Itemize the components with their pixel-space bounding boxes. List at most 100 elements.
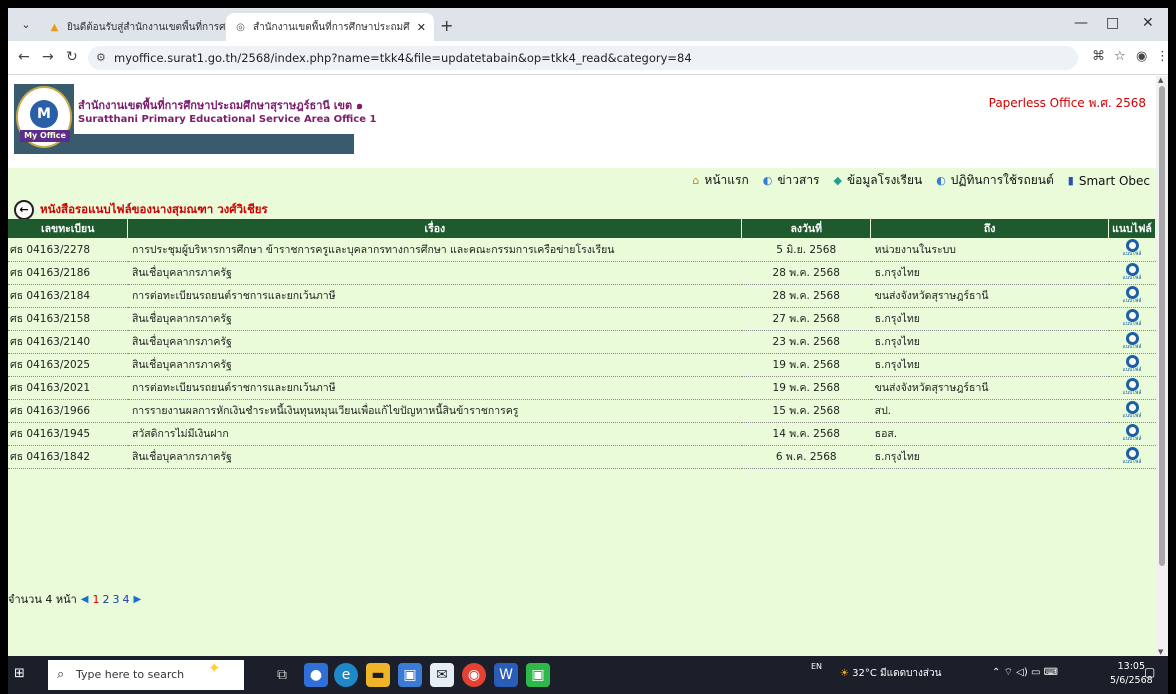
nav-car-calendar[interactable]: ◐ ปฏิทินการใช้รถยนต์ [936,171,1054,190]
doc-subject[interactable]: สินเชื่อบุคลากรภาครัฐ [127,261,742,285]
network-icon[interactable]: ⌔ [1004,667,1013,678]
address-bar[interactable]: ⚙ myoffice.surat1.go.th/2568/index.php?n… [88,46,1078,70]
attach-cell[interactable]: แนบไฟล์ [1108,238,1156,262]
back-arrow-icon[interactable]: ← [18,49,30,65]
keyboard-icon[interactable]: ⌨ [1044,667,1058,678]
col-header-no[interactable]: เลขทะเบียน [8,219,129,238]
attach-cell[interactable]: แนบไฟล์ [1108,376,1156,400]
close-window-button[interactable]: ✕ [1142,15,1154,31]
attach-file-icon[interactable] [1125,239,1139,253]
attach-file-icon[interactable] [1125,377,1139,391]
nav-home[interactable]: ⌂ หน้าแรก [692,171,748,190]
table-row[interactable]: ศธ 04163/1945 สวัสดิการไม่มีเงินฝาก 14 พ.ค… [8,422,1156,446]
line-app-icon[interactable]: ▣ [526,663,550,687]
table-row[interactable]: ศธ 04163/2186 สินเชื่อบุคลากรภาครัฐ 28 พ.ค… [8,261,1156,285]
tab-myoffice[interactable]: ◎ สำนักงานเขตพื้นที่การศึกษาประถมศึ ✕ [226,13,434,41]
input-language[interactable]: EN [811,662,822,671]
attach-file-icon[interactable] [1125,308,1139,322]
chevron-up-icon[interactable]: ⌃ [992,667,1000,678]
doc-subject[interactable]: สินเชื่อบุคลากรภาครัฐ [127,353,742,377]
attach-cell[interactable]: แนบไฟล์ [1108,261,1156,285]
display-icon[interactable]: ▭ [1031,667,1040,678]
doc-subject[interactable]: สินเชื่อบุคลากรภาครัฐ [127,445,742,469]
reload-icon[interactable]: ↻ [66,49,78,65]
attach-file-icon[interactable] [1125,400,1139,414]
task-view-icon[interactable]: ⧉ [270,663,294,687]
col-header-subject[interactable]: เรื่อง [127,219,743,238]
maximize-button[interactable]: □ [1106,15,1119,31]
tab-welcome[interactable]: ▲ ยินดีต้อนรับสู่สำนักงานเขตพื้นที่การศ … [40,13,248,41]
col-header-to[interactable]: ถึง [870,219,1109,238]
site-logo[interactable]: M My Office สำนักงานเขตพื้นที่การศึกษาปร… [14,84,376,154]
page-link[interactable]: 3 [112,593,119,606]
page-link[interactable]: 4 [122,593,129,606]
attach-file-icon[interactable] [1125,354,1139,368]
attach-cell[interactable]: แนบไฟล์ [1108,422,1156,446]
site-info-icon[interactable]: ⚙ [96,46,106,70]
doc-subject[interactable]: สวัสดิการไม่มีเงินฝาก [127,422,742,446]
mail-icon[interactable]: ✉ [430,663,454,687]
edge-browser-icon[interactable]: e [334,663,358,687]
attach-file-icon[interactable] [1125,446,1139,460]
col-header-date[interactable]: ลงวันที่ [741,219,872,238]
vertical-scrollbar[interactable]: ▲ ▼ [1156,76,1168,656]
new-tab-button[interactable]: + [440,16,453,35]
col-header-attach[interactable]: แนบไฟล์ [1108,219,1156,238]
scroll-up-icon[interactable]: ▲ [1158,76,1163,84]
word-icon[interactable]: W [494,663,518,687]
scrollbar-thumb[interactable] [1159,86,1165,566]
windows-start-icon[interactable]: ⊞ [14,666,25,681]
table-row[interactable]: ศธ 04163/2140 สินเชื่อบุคลากรภาครัฐ 23 พ.ค… [8,330,1156,354]
table-row[interactable]: ศธ 04163/2278 การประชุมผู้บริหารการศึกษา … [8,238,1156,262]
page-link[interactable]: 1 [92,593,99,606]
store-icon[interactable]: ▣ [398,663,422,687]
attach-cell[interactable]: แนบไฟล์ [1108,399,1156,423]
translate-icon[interactable]: ⌘ [1092,49,1105,64]
table-row[interactable]: ศธ 04163/1966 การรายงานผลการหักเงินชำระหน… [8,399,1156,423]
table-row[interactable]: ศธ 04163/2021 การต่อทะเบียนรถยนต์ราชการแล… [8,376,1156,400]
chrome-icon[interactable]: ◉ [462,663,486,687]
profile-icon[interactable]: ◉ [1136,49,1147,64]
back-circle-icon[interactable]: ← [14,200,34,220]
copilot-sparkle-icon[interactable]: ✦ [208,659,221,677]
attach-cell[interactable]: แนบไฟล์ [1108,353,1156,377]
attach-cell[interactable]: แนบไฟล์ [1108,307,1156,331]
attach-file-icon[interactable] [1125,285,1139,299]
doc-subject[interactable]: สินเชื่อบุคลากรภาครัฐ [127,307,742,331]
attach-file-icon[interactable] [1125,423,1139,437]
nav-news[interactable]: ◐ ข่าวสาร [763,171,820,190]
doc-subject[interactable]: การต่อทะเบียนรถยนต์ราชการและยกเว้นภาษี [127,376,742,400]
volume-icon[interactable]: ◁) [1016,667,1028,678]
notification-icon[interactable]: ▢ [1144,665,1155,679]
attach-file-icon[interactable] [1125,262,1139,276]
attach-cell[interactable]: แนบไฟล์ [1108,284,1156,308]
minimize-button[interactable]: — [1074,15,1088,31]
tray-icons[interactable]: ⌃ ⌔ ◁) ▭ ⌨ [992,666,1058,679]
scroll-down-icon[interactable]: ▼ [1158,648,1163,656]
tab-close-icon[interactable]: ✕ [417,21,426,34]
nav-smart-obec[interactable]: ▮ Smart Obec [1068,171,1150,190]
widgets-icon[interactable]: ● [304,663,328,687]
table-row[interactable]: ศธ 04163/2184 การต่อทะเบียนรถยนต์ราชการแล… [8,284,1156,308]
file-explorer-icon[interactable]: ▬ [366,663,390,687]
doc-subject[interactable]: การต่อทะเบียนรถยนต์ราชการและยกเว้นภาษี [127,284,742,308]
doc-subject[interactable]: การรายงานผลการหักเงินชำระหนี้เงินทุนหมุน… [127,399,742,423]
attach-file-icon[interactable] [1125,331,1139,345]
page-link[interactable]: 2 [102,593,109,606]
doc-subject[interactable]: สินเชื่อบุคลากรภาครัฐ [127,330,742,354]
nav-school-info[interactable]: ◆ ข้อมูลโรงเรียน [834,171,923,190]
prev-page-icon[interactable]: ◀ [81,594,89,605]
attach-cell[interactable]: แนบไฟล์ [1108,445,1156,469]
table-row[interactable]: ศธ 04163/1842 สินเชื่อบุคลากรภาครัฐ 6 พ.ค.… [8,445,1156,469]
menu-kebab-icon[interactable]: ⋮ [1156,49,1168,64]
weather-widget[interactable]: ☀ 32°C มีแดดบางส่วน [840,666,941,681]
attach-cell[interactable]: แนบไฟล์ [1108,330,1156,354]
bookmark-star-icon[interactable]: ☆ [1114,49,1126,64]
next-page-icon[interactable]: ▶ [133,594,141,605]
doc-date: 23 พ.ค. 2568 [741,330,871,354]
table-row[interactable]: ศธ 04163/2158 สินเชื่อบุคลากรภาครัฐ 27 พ.ค… [8,307,1156,331]
tab-search-icon[interactable]: ⌄ [16,15,36,35]
table-row[interactable]: ศธ 04163/2025 สินเชื่อบุคลากรภาครัฐ 19 พ.ค… [8,353,1156,377]
doc-subject[interactable]: การประชุมผู้บริหารการศึกษา ข้าราชการครูแ… [127,238,742,262]
forward-arrow-icon[interactable]: → [42,49,54,65]
